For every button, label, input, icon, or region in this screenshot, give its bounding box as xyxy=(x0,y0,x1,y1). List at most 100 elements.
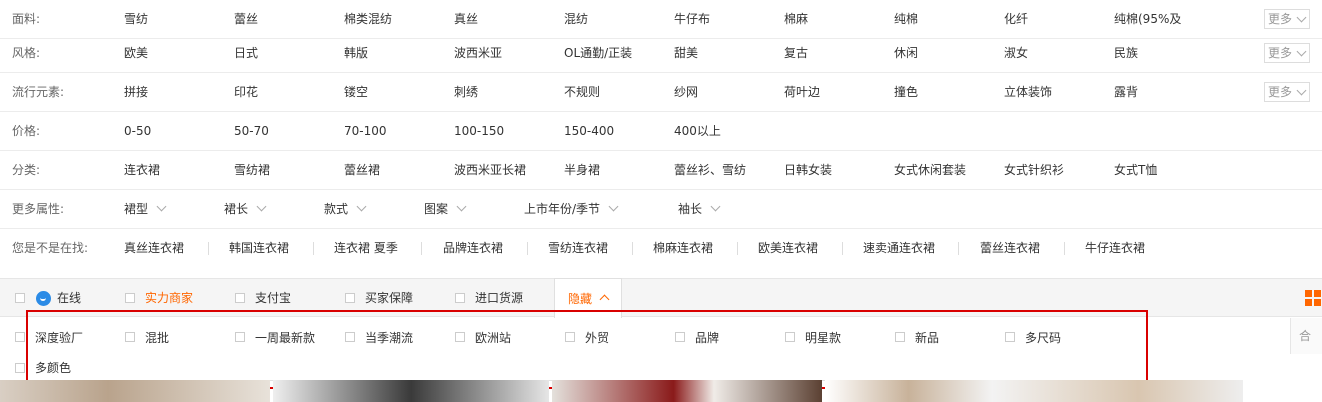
suggestion-link[interactable]: 真丝连衣裙 xyxy=(124,229,184,267)
option-8[interactable]: 女式针织衫 xyxy=(1004,151,1064,189)
suggestion-link[interactable]: 牛仔连衣裙 xyxy=(1085,229,1145,267)
option-2[interactable]: 韩版 xyxy=(344,34,368,72)
product-image[interactable] xyxy=(273,380,549,402)
option-5[interactable]: 牛仔布 xyxy=(674,0,710,38)
option-1[interactable]: 雪纺裙 xyxy=(234,151,270,189)
product-image[interactable] xyxy=(825,380,1243,402)
suggestion-link[interactable]: 棉麻连衣裙 xyxy=(653,229,713,267)
checkbox-strength-merchant[interactable] xyxy=(125,293,135,303)
option-3[interactable]: 波西米亚长裙 xyxy=(454,151,526,189)
option-2[interactable]: 镂空 xyxy=(344,73,368,111)
chevron-down-icon xyxy=(1296,85,1307,96)
option-5[interactable]: 蕾丝衫、雪纺 xyxy=(674,151,746,189)
suggestion-link[interactable]: 雪纺连衣裙 xyxy=(548,229,608,267)
more-button[interactable]: 更多 xyxy=(1264,43,1310,63)
option-0[interactable]: 雪纺 xyxy=(124,0,148,38)
dropdown-season[interactable]: 上市年份/季节 xyxy=(524,190,619,228)
option-2[interactable]: 70-100 xyxy=(344,112,387,150)
option-7[interactable]: 女式休闲套装 xyxy=(894,151,966,189)
option-4[interactable]: 半身裙 xyxy=(564,151,600,189)
dropdown-skirt-length[interactable]: 裙长 xyxy=(224,190,267,228)
grid-cell xyxy=(1314,290,1321,297)
option-9[interactable]: 女式T恤 xyxy=(1114,151,1157,189)
option-3[interactable]: 波西米亚 xyxy=(454,34,502,72)
option-6[interactable]: 荷叶边 xyxy=(784,73,820,111)
dropdown-label: 袖长 xyxy=(678,202,703,216)
option-2[interactable]: 棉类混纺 xyxy=(344,0,392,38)
checkbox-alipay[interactable] xyxy=(235,293,245,303)
option-4[interactable]: 混纺 xyxy=(564,0,588,38)
filter-import-source-label[interactable]: 进口货源 xyxy=(475,290,523,306)
suggestion-link[interactable]: 品牌连衣裙 xyxy=(443,229,503,267)
option-5[interactable]: 甜美 xyxy=(674,34,698,72)
chevron-down-icon xyxy=(256,201,267,212)
dropdown-pattern[interactable]: 图案 xyxy=(424,190,467,228)
dropdown-style[interactable]: 款式 xyxy=(324,190,367,228)
option-6[interactable]: 日韩女装 xyxy=(784,151,832,189)
checkbox-import-source[interactable] xyxy=(455,293,465,303)
option-2[interactable]: 蕾丝裙 xyxy=(344,151,380,189)
more-button[interactable]: 更多 xyxy=(1264,9,1310,29)
grid-view-icon[interactable] xyxy=(1305,290,1322,307)
suggestion-link[interactable]: 连衣裙 夏季 xyxy=(334,229,398,267)
option-1[interactable]: 印花 xyxy=(234,73,258,111)
more-button[interactable]: 更多 xyxy=(1264,82,1310,102)
option-7[interactable]: 休闲 xyxy=(894,34,918,72)
suggestion-link[interactable]: 速卖通连衣裙 xyxy=(863,229,935,267)
dropdown-sleeve-length[interactable]: 袖长 xyxy=(678,190,721,228)
filter-row-trend: 流行元素: 拼接 印花 镂空 刺绣 不规则 纱网 荷叶边 撞色 立体装饰 露背 … xyxy=(0,73,1322,112)
grid-cell xyxy=(1314,299,1321,306)
dropdown-skirt-type[interactable]: 裙型 xyxy=(124,190,167,228)
suggestion-link[interactable]: 韩国连衣裙 xyxy=(229,229,289,267)
option-3[interactable]: 刺绣 xyxy=(454,73,478,111)
option-0[interactable]: 拼接 xyxy=(124,73,148,111)
option-6[interactable]: 棉麻 xyxy=(784,0,808,38)
option-4[interactable]: OL通勤/正装 xyxy=(564,34,632,72)
row-label: 流行元素: xyxy=(12,85,65,99)
option-8[interactable]: 化纤 xyxy=(1004,0,1028,38)
filter-online-label[interactable]: 在线 xyxy=(57,290,81,306)
chevron-down-icon xyxy=(1296,12,1307,23)
suggestion-link[interactable]: 欧美连衣裙 xyxy=(758,229,818,267)
product-image-strip xyxy=(0,380,1322,402)
option-4[interactable]: 不规则 xyxy=(564,73,600,111)
product-image[interactable] xyxy=(552,380,822,402)
chevron-up-icon xyxy=(599,294,610,305)
filter-strength-merchant-label[interactable]: 实力商家 xyxy=(145,290,193,306)
option-6[interactable]: 复古 xyxy=(784,34,808,72)
option-1[interactable]: 日式 xyxy=(234,34,258,72)
option-7[interactable]: 撞色 xyxy=(894,73,918,111)
option-5[interactable]: 纱网 xyxy=(674,73,698,111)
option-8[interactable]: 淑女 xyxy=(1004,34,1028,72)
checkbox-multi-color[interactable] xyxy=(15,363,25,373)
option-1[interactable]: 50-70 xyxy=(234,112,269,150)
product-image[interactable] xyxy=(0,380,270,402)
suggestion-link[interactable]: 蕾丝连衣裙 xyxy=(980,229,1040,267)
option-3[interactable]: 真丝 xyxy=(454,0,478,38)
chevron-down-icon xyxy=(710,201,721,212)
merge-toggle[interactable]: 合并 xyxy=(1290,318,1322,354)
chevron-down-icon xyxy=(356,201,367,212)
option-4[interactable]: 150-400 xyxy=(564,112,614,150)
option-8[interactable]: 立体装饰 xyxy=(1004,73,1052,111)
option-9[interactable]: 民族 xyxy=(1114,34,1138,72)
checkbox-online[interactable] xyxy=(15,293,25,303)
filter-buyer-protection-label[interactable]: 买家保障 xyxy=(365,290,413,306)
checkbox-buyer-protection[interactable] xyxy=(345,293,355,303)
option-9[interactable]: 露背 xyxy=(1114,73,1138,111)
option-7[interactable]: 纯棉 xyxy=(894,0,918,38)
option-1[interactable]: 蕾丝 xyxy=(234,0,258,38)
chevron-down-icon xyxy=(608,201,619,212)
option-9[interactable]: 纯棉(95%及 xyxy=(1114,0,1181,38)
chevron-down-icon xyxy=(1296,46,1307,57)
option-3[interactable]: 100-150 xyxy=(454,112,504,150)
option-0[interactable]: 0-50 xyxy=(124,112,151,150)
divider xyxy=(842,242,843,255)
dropdown-label: 裙型 xyxy=(124,202,149,216)
filter-alipay-label[interactable]: 支付宝 xyxy=(255,290,291,306)
option-0[interactable]: 连衣裙 xyxy=(124,151,160,189)
option-5[interactable]: 400以上 xyxy=(674,112,721,150)
option-0[interactable]: 欧美 xyxy=(124,34,148,72)
checkbox-factory-audit[interactable] xyxy=(15,332,25,342)
suggestion-row: 您是不是在找: 真丝连衣裙 韩国连衣裙 连衣裙 夏季 品牌连衣裙 雪纺连衣裙 棉… xyxy=(0,229,1322,277)
